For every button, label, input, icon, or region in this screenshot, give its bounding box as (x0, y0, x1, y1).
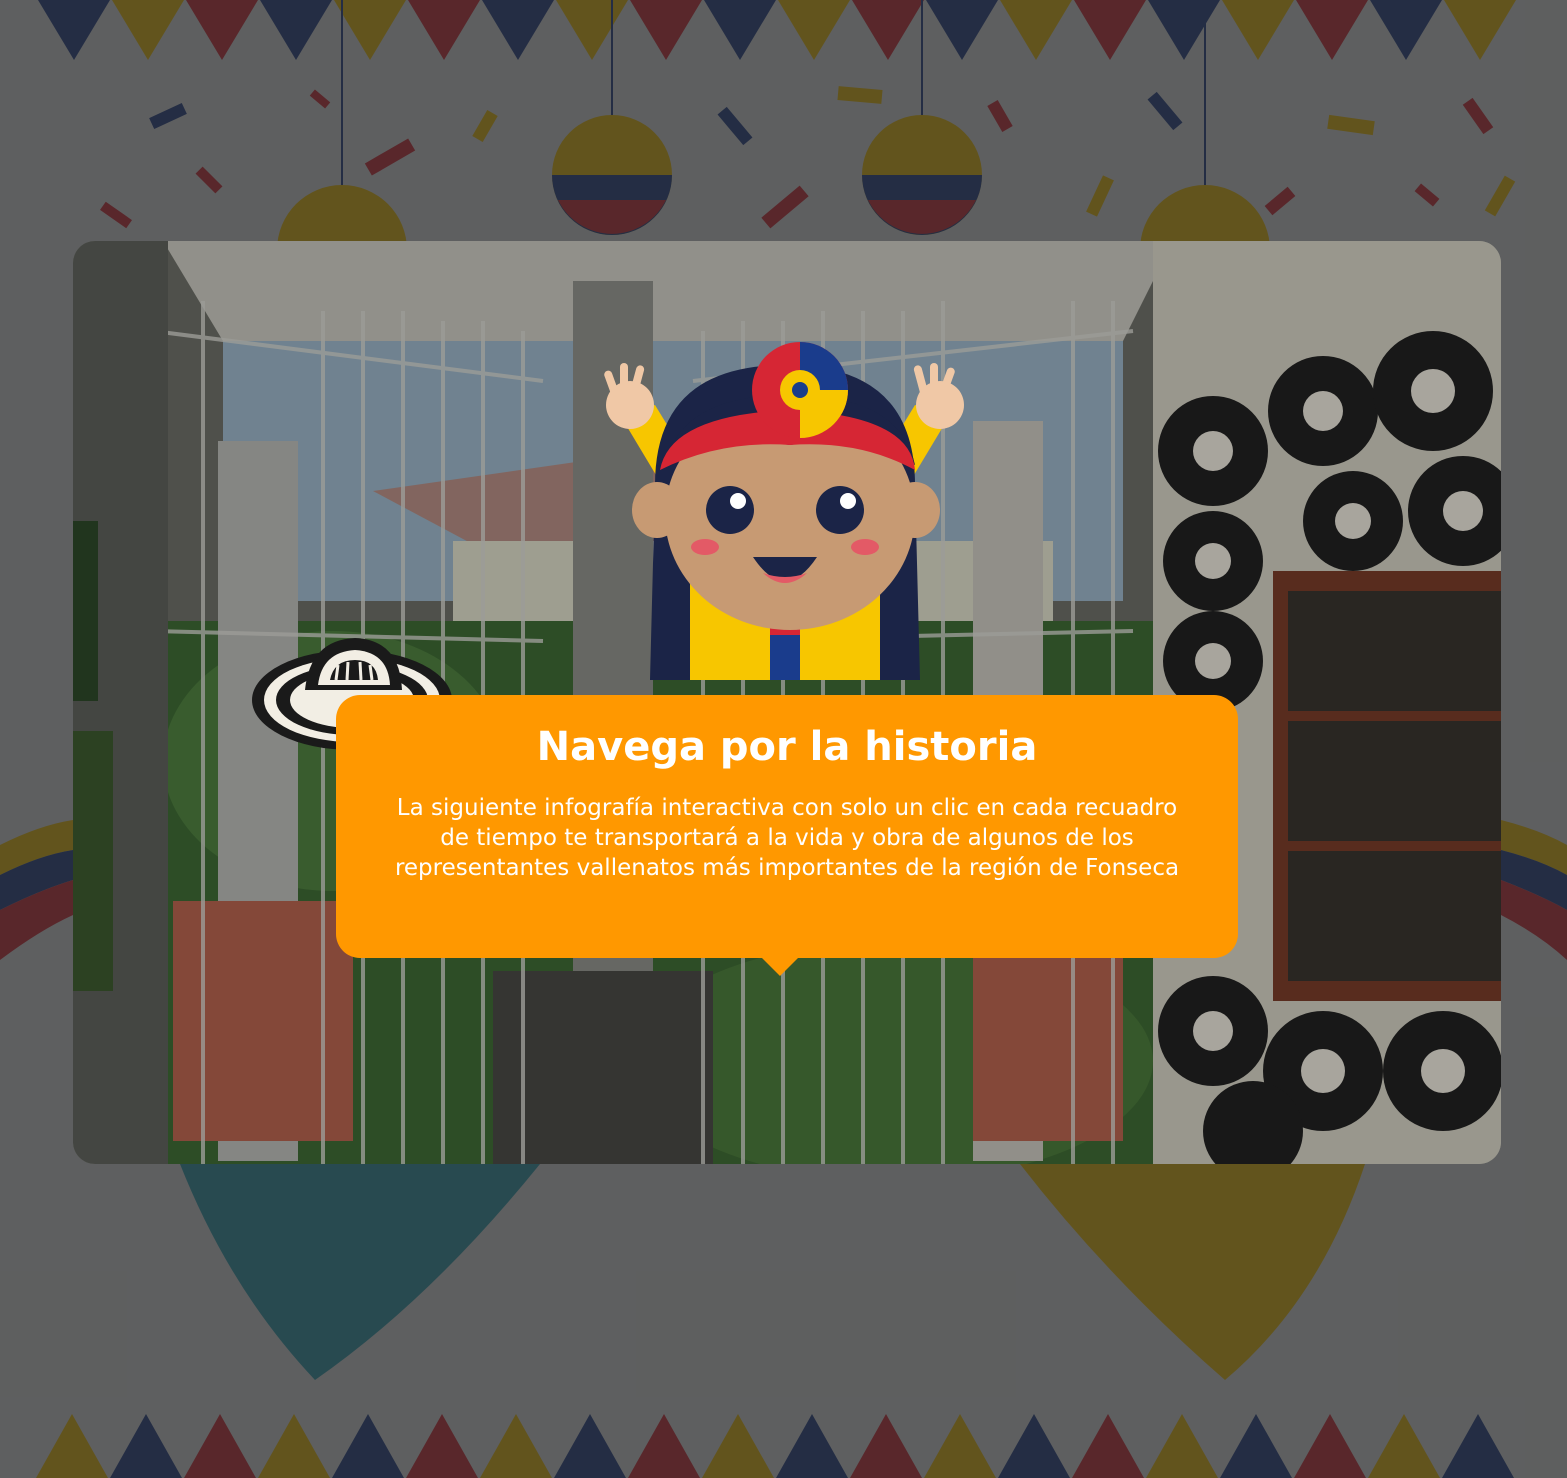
dialog-title: Navega por la historia (536, 724, 1038, 770)
dialog-description: La siguiente infografía interactiva con … (394, 795, 1180, 881)
page-canvas: Navega por la historia La siguiente info… (0, 0, 1567, 1478)
dialog-tail (760, 956, 800, 976)
mascot-character-icon (604, 342, 964, 680)
intro-dialog: Navega por la historia La siguiente info… (336, 695, 1238, 958)
